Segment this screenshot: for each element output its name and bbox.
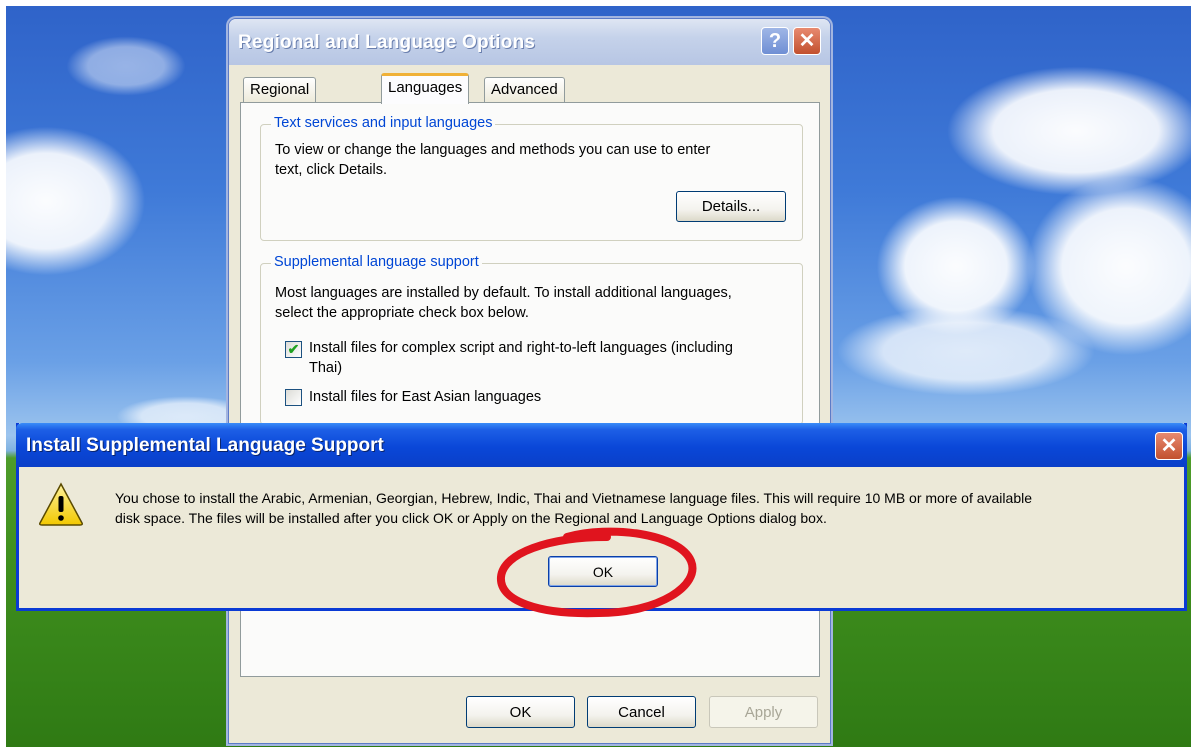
modal-title: Install Supplemental Language Support	[26, 435, 384, 456]
details-button[interactable]: Details...	[676, 191, 786, 222]
cloud	[6, 126, 146, 276]
supplemental-description-line1: Most languages are installed by default.…	[275, 285, 732, 301]
cloud	[66, 36, 186, 96]
modal-close-button[interactable]: ✕	[1155, 432, 1183, 460]
highlight-circle-annotation	[497, 527, 697, 618]
supplemental-legend: Supplemental language support	[271, 254, 482, 270]
dialog-title: Regional and Language Options	[238, 32, 536, 53]
install-supplemental-dialog: Install Supplemental Language Support ✕ …	[16, 423, 1187, 618]
ok-button[interactable]: OK	[466, 696, 575, 728]
tab-languages[interactable]: Languages	[381, 73, 470, 104]
close-button[interactable]: ✕	[793, 27, 821, 55]
help-button[interactable]: ?	[761, 27, 789, 55]
complex-script-label-line1: Install files for complex script and rig…	[309, 340, 733, 356]
modal-message: You chose to install the Arabic, Armenia…	[115, 488, 1175, 528]
supplemental-language-group: Supplemental language support Most langu…	[260, 254, 803, 425]
modal-message-line1: You chose to install the Arabic, Armenia…	[115, 490, 1032, 506]
tab-advanced[interactable]: Advanced	[484, 77, 565, 103]
tab-regional-options[interactable]: Regional Options	[243, 77, 317, 122]
warning-icon	[39, 482, 83, 526]
cancel-button[interactable]: Cancel	[587, 696, 696, 728]
text-services-description-line1: To view or change the languages and meth…	[275, 142, 711, 158]
regional-language-options-dialog: Regional and Language Options ? ✕ Region…	[228, 18, 831, 744]
text-services-description-line2: text, click Details.	[275, 162, 387, 178]
complex-script-checkbox[interactable]: ✔	[285, 341, 302, 358]
title-bar[interactable]: Regional and Language Options ? ✕	[229, 19, 830, 65]
east-asian-label: Install files for East Asian languages	[309, 389, 542, 405]
text-services-group: Text services and input languages To vie…	[260, 115, 803, 241]
text-services-legend: Text services and input languages	[271, 115, 496, 131]
complex-script-label-line2: Thai)	[309, 360, 343, 376]
modal-title-bar[interactable]: Install Supplemental Language Support ✕	[16, 423, 1187, 467]
supplemental-description-line2: select the appropriate check box below.	[275, 305, 529, 321]
east-asian-checkbox[interactable]	[285, 389, 302, 406]
apply-button[interactable]: Apply	[709, 696, 818, 728]
cloud	[946, 66, 1191, 196]
cloud	[836, 306, 1096, 396]
